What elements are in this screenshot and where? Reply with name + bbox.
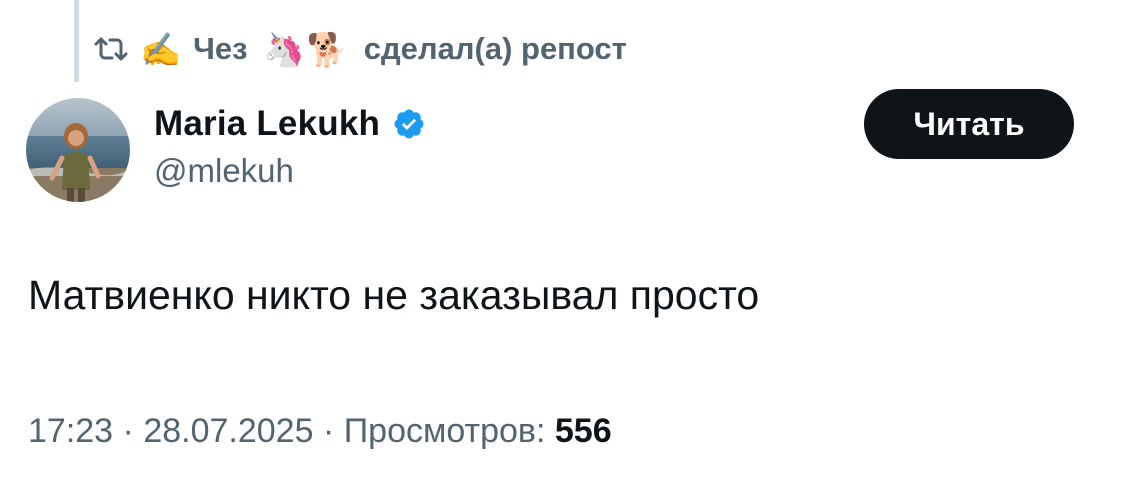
views-label: Просмотров: xyxy=(343,412,546,450)
unicorn-emoji: 🦄 xyxy=(263,29,305,69)
verified-badge-icon[interactable] xyxy=(392,107,426,141)
dog-emoji: 🐕 xyxy=(306,29,348,69)
meta-separator: · xyxy=(122,412,134,450)
thread-line xyxy=(74,0,79,82)
tweet-text: Матвиенко никто не заказывал просто xyxy=(28,272,760,318)
meta-separator-2: · xyxy=(322,412,335,450)
tweet-date[interactable]: 28.07.2025 xyxy=(143,412,313,450)
repost-user-emojis: 🦄 🐕 xyxy=(264,33,348,66)
author-handle[interactable]: @mlekuh xyxy=(154,152,426,190)
follow-button[interactable]: Читать xyxy=(864,89,1074,159)
avatar[interactable] xyxy=(26,98,130,202)
repost-header[interactable]: ✍️ Чез 🦄 🐕 сделал(а) репост xyxy=(92,26,627,72)
repost-icon xyxy=(92,34,130,64)
author-info[interactable]: Maria Lekukh @mlekuh xyxy=(154,100,426,190)
repost-label: сделал(а) репост xyxy=(363,31,627,66)
repost-user-name[interactable]: Чез xyxy=(193,31,247,67)
writing-hand-emoji: ✍️ xyxy=(140,29,182,69)
tweet-meta: 17:23 · 28.07.2025 · Просмотров: 556 xyxy=(28,412,612,451)
views-count: 556 xyxy=(554,412,612,450)
tweet-time[interactable]: 17:23 xyxy=(28,412,113,450)
author-display-name[interactable]: Maria Lekukh xyxy=(154,104,380,144)
